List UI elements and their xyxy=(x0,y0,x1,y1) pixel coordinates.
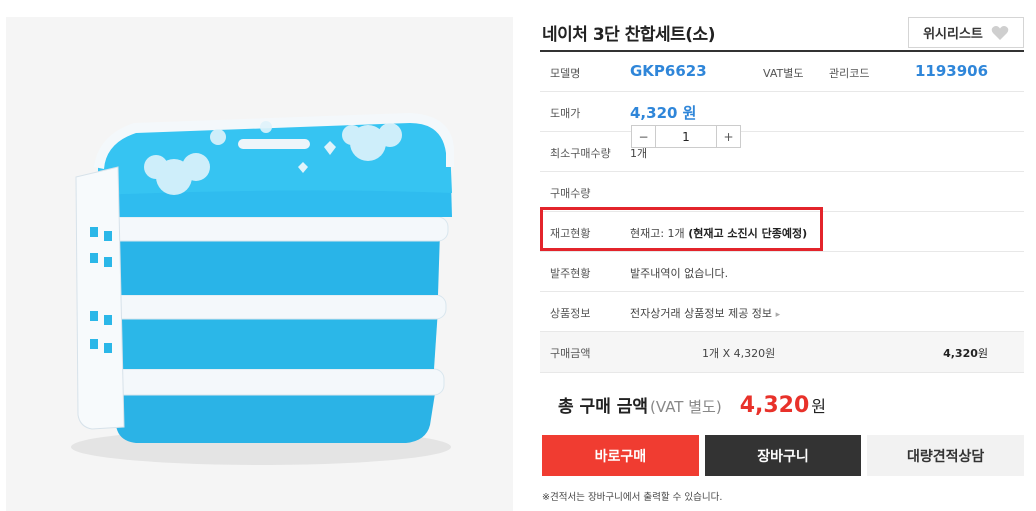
price-value: 4,320 원 xyxy=(630,104,697,122)
wishlist-button[interactable]: 위시리스트 xyxy=(908,17,1024,48)
product-info-link-text: 전자상거래 상품정보 제공 정보 xyxy=(630,307,773,320)
spec-row-stock: 재고현황 현재고: 1개 (현재고 소진시 단종예정) xyxy=(540,212,1024,252)
action-buttons: 바로구매 장바구니 대량견적상담 xyxy=(542,435,1025,476)
buy-now-button[interactable]: 바로구매 xyxy=(542,435,699,476)
spec-row-info: 상품정보 전자상거래 상품정보 제공 정보 ▸ xyxy=(540,292,1024,332)
heart-icon xyxy=(991,25,1009,40)
add-to-cart-button[interactable]: 장바구니 xyxy=(704,435,862,476)
product-info-link[interactable]: 전자상거래 상품정보 제공 정보 ▸ xyxy=(630,305,780,321)
minqty-label: 최소구매수량 xyxy=(550,147,611,160)
spec-row-price: 도매가 4,320 원 xyxy=(540,92,1024,132)
wishlist-label: 위시리스트 xyxy=(923,27,983,42)
title-row: 네이처 3단 찬합세트(소) 위시리스트 xyxy=(540,17,1024,52)
bulk-quote-button[interactable]: 대량견적상담 xyxy=(867,435,1025,476)
chevron-right-icon: ▸ xyxy=(775,310,781,320)
total-price-line: 총 구매 금액 (VAT 별도) 4,320 원 xyxy=(558,392,826,418)
model-value: GKP6623 xyxy=(630,62,707,80)
qty-label: 구매수량 xyxy=(550,187,591,200)
qty-minus-button[interactable]: − xyxy=(631,125,656,148)
order-value: 발주내역이 없습니다. xyxy=(630,267,729,280)
amount-total: 4,320원 xyxy=(943,345,988,361)
quote-note: ※견적서는 장바구니에서 출력할 수 있습니다. xyxy=(542,492,723,503)
stock-count: 현재고: 1개 xyxy=(630,227,685,240)
vat-label: VAT별도 xyxy=(763,67,804,80)
total-unit: 원 xyxy=(811,397,827,416)
spec-table: 모델명 GKP6623 VAT별도 관리코드 1193906 도매가 4,320… xyxy=(540,52,1024,373)
spec-row-qty: 구매수량 xyxy=(540,172,1024,212)
total-label: 총 구매 금액 xyxy=(558,397,649,417)
qty-plus-button[interactable]: + xyxy=(716,125,741,148)
stock-value: 현재고: 1개 (현재고 소진시 단종예정) xyxy=(630,225,807,241)
qty-input[interactable]: 1 xyxy=(656,125,716,148)
quantity-stepper: − 1 + xyxy=(631,125,741,148)
spec-row-order: 발주현황 발주내역이 없습니다. xyxy=(540,252,1024,292)
order-label: 발주현황 xyxy=(550,267,591,280)
price-label: 도매가 xyxy=(550,107,581,120)
model-label: 모델명 xyxy=(550,67,581,80)
total-price: 4,320 xyxy=(739,393,810,418)
mgmt-code-value: 1193906 xyxy=(915,62,989,80)
spec-row-amount: 구매금액 1개 X 4,320원 4,320원 xyxy=(540,332,1024,373)
spec-row-model: 모델명 GKP6623 VAT별도 관리코드 1193906 xyxy=(540,52,1024,92)
info-label: 상품정보 xyxy=(550,307,591,320)
stock-note: (현재고 소진시 단종예정) xyxy=(688,227,808,240)
stock-label: 재고현황 xyxy=(550,227,591,240)
product-image xyxy=(71,113,454,465)
amount-total-value: 4,320 xyxy=(943,347,978,360)
amount-total-unit: 원 xyxy=(977,347,988,360)
product-image-panel xyxy=(6,17,513,511)
spec-row-minqty: 최소구매수량 1개 xyxy=(540,132,1024,172)
mgmt-code-label: 관리코드 xyxy=(829,67,870,80)
total-vat: (VAT 별도) xyxy=(650,398,722,416)
amount-label: 구매금액 xyxy=(550,347,591,360)
product-title: 네이처 3단 찬합세트(소) xyxy=(542,25,715,45)
amount-calc: 1개 X 4,320원 xyxy=(702,347,776,360)
